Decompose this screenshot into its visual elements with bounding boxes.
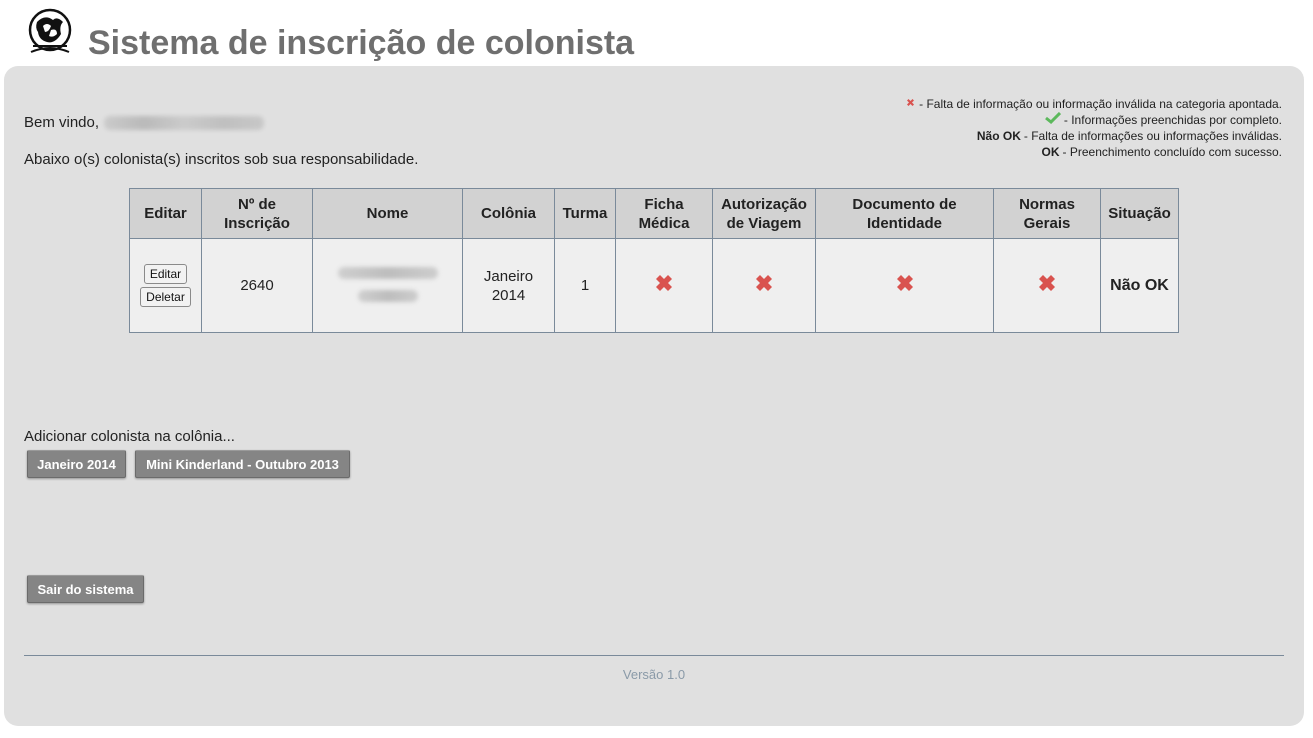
col-header-name: Nome	[312, 188, 463, 239]
edit-button[interactable]: Editar	[143, 264, 188, 284]
legend-ok-text: - Preenchimento concluído com sucesso.	[1062, 145, 1282, 159]
table-row: Editar Deletar 2640 Janeiro 2014 1 Não O…	[129, 238, 1179, 333]
colonist-table: Editar Nº de Inscrição Nome Colônia Turm…	[129, 188, 1179, 333]
legend-invalid-text: - Falta de informação ou informação invá…	[919, 97, 1282, 111]
x-mark-icon[interactable]	[894, 272, 916, 294]
col-header-medical-line1: Ficha	[644, 195, 684, 213]
col-header-id-doc-line2: Identidade	[866, 214, 942, 232]
colony-line1: Janeiro	[483, 267, 534, 285]
col-header-medical: Ficha Médica	[615, 188, 713, 239]
check-icon	[1044, 111, 1061, 128]
edit-cell: Editar Deletar	[129, 238, 202, 333]
legend-not-ok-label: Não OK	[976, 129, 1021, 143]
col-header-rules-line2: Gerais	[1023, 214, 1071, 232]
col-header-id-doc: Documento de Identidade	[815, 188, 994, 239]
col-header-travel: Autorização de Viagem	[712, 188, 816, 239]
name-cell	[312, 238, 463, 333]
col-header-reg-no-line2: Inscrição	[224, 214, 290, 232]
col-header-reg-no-line1: Nº de	[238, 195, 276, 213]
col-header-reg-no: Nº de Inscrição	[201, 188, 313, 239]
add-january-2014-button[interactable]: Janeiro 2014	[27, 450, 126, 478]
id-doc-cell[interactable]	[815, 238, 994, 333]
col-header-medical-line2: Médica	[638, 214, 690, 232]
colonist-name-redacted-line2	[357, 289, 418, 302]
legend: - Falta de informação ou informação invá…	[905, 96, 1282, 160]
legend-not-ok: Não OK - Falta de informações ou informa…	[905, 128, 1282, 144]
x-mark-icon[interactable]	[653, 272, 675, 294]
add-mini-kinderland-button[interactable]: Mini Kinderland - Outubro 2013	[135, 450, 350, 478]
col-header-travel-line2: de Viagem	[726, 214, 802, 232]
col-header-id-doc-line1: Documento de	[852, 195, 957, 213]
travel-cell[interactable]	[712, 238, 816, 333]
welcome-line: Bem vindo,	[24, 114, 265, 131]
delete-button[interactable]: Deletar	[140, 287, 191, 307]
reg-no-cell: 2640	[201, 238, 313, 333]
page-header: Sistema de inscrição de colonista	[0, 0, 1313, 66]
user-name-redacted	[104, 115, 265, 130]
col-header-status: Situação	[1100, 188, 1179, 239]
add-colonist-label: Adicionar colonista na colônia...	[24, 428, 235, 445]
col-header-edit: Editar	[129, 188, 202, 239]
col-header-class: Turma	[554, 188, 616, 239]
footer-divider	[24, 655, 1284, 656]
legend-not-ok-text: - Falta de informações ou informações in…	[1023, 129, 1282, 143]
legend-complete-text: - Informações preenchidas por completo.	[1063, 113, 1282, 127]
colony-cell: Janeiro 2014	[462, 238, 555, 333]
colony-line2: 2014	[491, 286, 526, 304]
welcome-subline: Abaixo o(s) colonista(s) inscritos sob s…	[24, 151, 419, 168]
page-title: Sistema de inscrição de colonista	[88, 24, 635, 62]
x-mark-icon[interactable]	[753, 272, 775, 294]
legend-ok: OK - Preenchimento concluído com sucesso…	[905, 144, 1282, 160]
x-mark-icon	[905, 96, 916, 112]
legend-complete: - Informações preenchidas por completo.	[905, 111, 1282, 128]
logout-button[interactable]: Sair do sistema	[27, 575, 144, 603]
table-header-row: Editar Nº de Inscrição Nome Colônia Turm…	[129, 188, 1179, 239]
medical-cell[interactable]	[615, 238, 713, 333]
version-label: Versão 1.0	[622, 667, 686, 682]
col-header-travel-line1: Autorização	[721, 195, 807, 213]
class-cell: 1	[554, 238, 616, 333]
legend-ok-label: OK	[1041, 145, 1060, 159]
status-cell: Não OK	[1100, 238, 1179, 333]
col-header-rules: Normas Gerais	[993, 188, 1101, 239]
rules-cell[interactable]	[993, 238, 1101, 333]
legend-invalid: - Falta de informação ou informação invá…	[905, 96, 1282, 112]
logo-icon	[27, 8, 73, 56]
main-panel: - Falta de informação ou informação invá…	[4, 66, 1304, 726]
x-mark-icon[interactable]	[1036, 272, 1058, 294]
col-header-rules-line1: Normas	[1019, 195, 1075, 213]
colonist-name-redacted	[337, 266, 438, 279]
welcome-greeting: Bem vindo,	[24, 114, 100, 131]
col-header-colony: Colônia	[462, 188, 555, 239]
